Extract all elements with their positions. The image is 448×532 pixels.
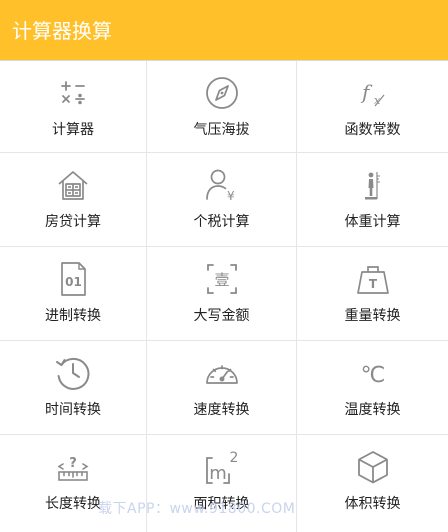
speedometer-icon — [202, 353, 242, 393]
svg-text:m: m — [209, 463, 227, 484]
history-clock-icon — [53, 353, 93, 393]
grid-item-label: 重量转换 — [344, 308, 401, 324]
grid-item-label: 长度转换 — [45, 496, 101, 512]
ruler-icon: ? — [53, 447, 93, 487]
grid-item-label: 函数常数 — [344, 122, 401, 138]
svg-text:?: ? — [69, 456, 77, 471]
uppercase-amount-icon: 壹 — [202, 259, 242, 299]
svg-text:T: T — [368, 277, 377, 291]
grid-item-label: 个税计算 — [193, 214, 250, 230]
square-meter-icon: m 2 — [202, 447, 242, 487]
page-title: 计算器换算 — [12, 19, 112, 43]
grid-item-base-conversion[interactable]: 01 进制转换 — [0, 247, 147, 341]
grid-item-time-conversion[interactable]: 时间转换 — [0, 341, 147, 435]
grid-item-volume-conversion[interactable]: 体积转换 — [297, 435, 448, 532]
compass-icon — [202, 73, 242, 113]
grid-item-label: 计算器 — [52, 122, 94, 138]
person-yuan-icon: ¥ — [202, 165, 242, 205]
grid-item-label: 气压海拔 — [193, 122, 250, 138]
house-icon — [53, 165, 93, 205]
grid-item-label: 大写金额 — [193, 308, 250, 324]
grid-item-weight-calc[interactable]: 体重计算 — [297, 153, 448, 247]
celsius-icon: ℃ — [353, 353, 393, 393]
grid-item-label: 温度转换 — [344, 402, 401, 418]
grid-item-temperature-conversion[interactable]: ℃ 温度转换 — [297, 341, 448, 435]
cube-icon — [353, 447, 393, 487]
grid-item-label: 速度转换 — [193, 402, 250, 418]
app-bar: 计算器换算 — [0, 0, 448, 61]
grid-item-area-conversion[interactable]: m 2 面积转换 — [147, 435, 297, 532]
svg-text:壹: 壹 — [214, 271, 229, 289]
grid-item-weight-conversion[interactable]: T 重量转换 — [297, 247, 448, 341]
svg-text:¥: ¥ — [227, 189, 235, 203]
function-icon: f x — [353, 73, 393, 113]
grid-item-income-tax[interactable]: ¥ 个税计算 — [147, 153, 297, 247]
grid-item-function-constants[interactable]: f x 函数常数 — [297, 61, 448, 153]
grid-item-label: 时间转换 — [45, 402, 101, 418]
converter-grid: 计算器 气压海拔 f x 函数常数 房贷计算 ¥ 个税计算 体重计算 01 进制… — [0, 61, 448, 532]
grid-item-uppercase-amount[interactable]: 壹 大写金额 — [147, 247, 297, 341]
grid-item-label: 面积转换 — [193, 496, 250, 512]
grid-item-label: 房贷计算 — [45, 214, 101, 230]
grid-item-pressure-altitude[interactable]: 气压海拔 — [147, 61, 297, 153]
svg-text:f: f — [360, 80, 373, 104]
grid-item-label: 体重计算 — [344, 214, 401, 230]
grid-item-calculator[interactable]: 计算器 — [0, 61, 147, 153]
weight-icon: T — [353, 259, 393, 299]
grid-item-length-conversion[interactable]: ? 长度转换 — [0, 435, 147, 532]
scale-person-icon — [353, 165, 393, 205]
grid-item-label: 进制转换 — [45, 308, 101, 324]
svg-text:01: 01 — [65, 275, 82, 289]
binary-file-icon: 01 — [53, 259, 93, 299]
grid-item-mortgage[interactable]: 房贷计算 — [0, 153, 147, 247]
svg-text:℃: ℃ — [360, 363, 385, 388]
grid-item-label: 体积转换 — [344, 496, 401, 512]
calculator-ops-icon — [53, 73, 93, 113]
svg-text:2: 2 — [229, 450, 238, 466]
grid-item-speed-conversion[interactable]: 速度转换 — [147, 341, 297, 435]
